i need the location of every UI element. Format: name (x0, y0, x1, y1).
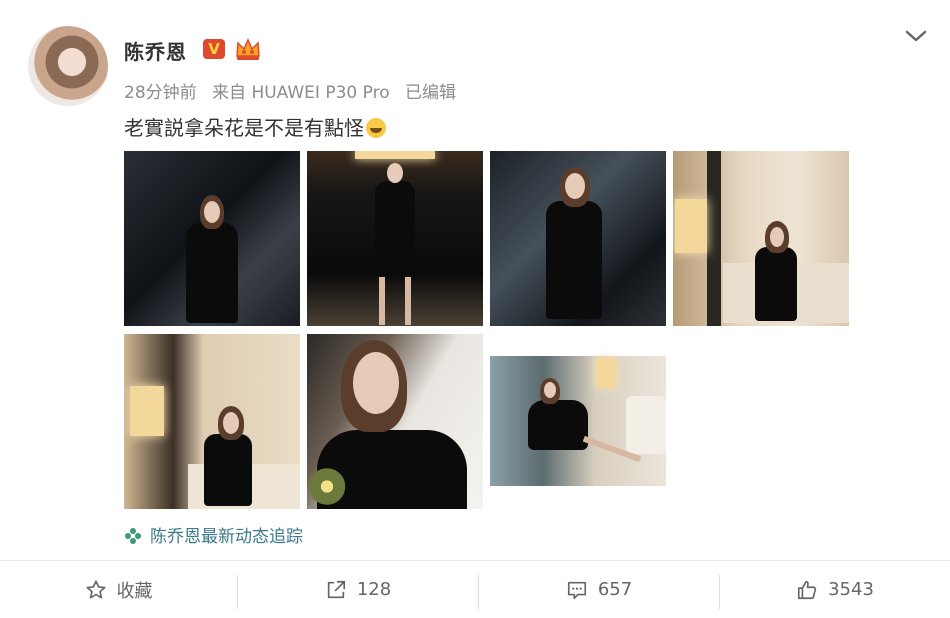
comment-button[interactable]: 657 (479, 561, 719, 618)
action-bar: 收藏 128 657 3543 (0, 560, 950, 618)
favorite-button[interactable]: 收藏 (0, 561, 237, 618)
like-button[interactable]: 3543 (720, 561, 950, 618)
post-meta: 28分钟前 来自 HUAWEI P30 Pro 已编辑 (124, 78, 466, 103)
favorite-label: 收藏 (116, 580, 153, 602)
photo-2[interactable] (307, 151, 483, 326)
photo-3[interactable] (490, 151, 666, 326)
thumbs-up-icon (798, 580, 817, 599)
photo-6[interactable] (307, 334, 483, 509)
post-text-content: 老實説拿朵花是不是有點怪 (124, 116, 364, 140)
comment-icon (567, 581, 586, 599)
follow-link-label: 陈乔恩最新动态追踪 (150, 527, 303, 547)
chevron-down-icon[interactable] (902, 24, 930, 48)
photo-1[interactable] (124, 151, 300, 326)
photo-5[interactable] (124, 334, 300, 509)
comment-count: 657 (597, 579, 633, 600)
post-time[interactable]: 28分钟前 (124, 83, 197, 103)
edited-label[interactable]: 已编辑 (405, 83, 456, 103)
avatar[interactable] (28, 26, 108, 106)
share-arrow-icon (327, 580, 345, 598)
like-count: 3543 (828, 579, 874, 600)
crown-icon (236, 38, 260, 60)
author-name[interactable]: 陈乔恩 (124, 36, 187, 65)
photo-7[interactable] (490, 334, 666, 509)
star-icon (85, 579, 106, 599)
post-text: 老實説拿朵花是不是有點怪 (124, 112, 386, 141)
grinning-face-emoji-icon (366, 118, 386, 138)
repost-button[interactable]: 128 (238, 561, 478, 618)
follow-link[interactable]: 陈乔恩最新动态追踪 (124, 522, 303, 547)
photo-4[interactable] (673, 151, 849, 326)
flower-icon (125, 528, 141, 544)
repost-count: 128 (356, 579, 392, 600)
verified-badge: V (203, 39, 225, 59)
post-source: 来自 HUAWEI P30 Pro (212, 83, 390, 103)
